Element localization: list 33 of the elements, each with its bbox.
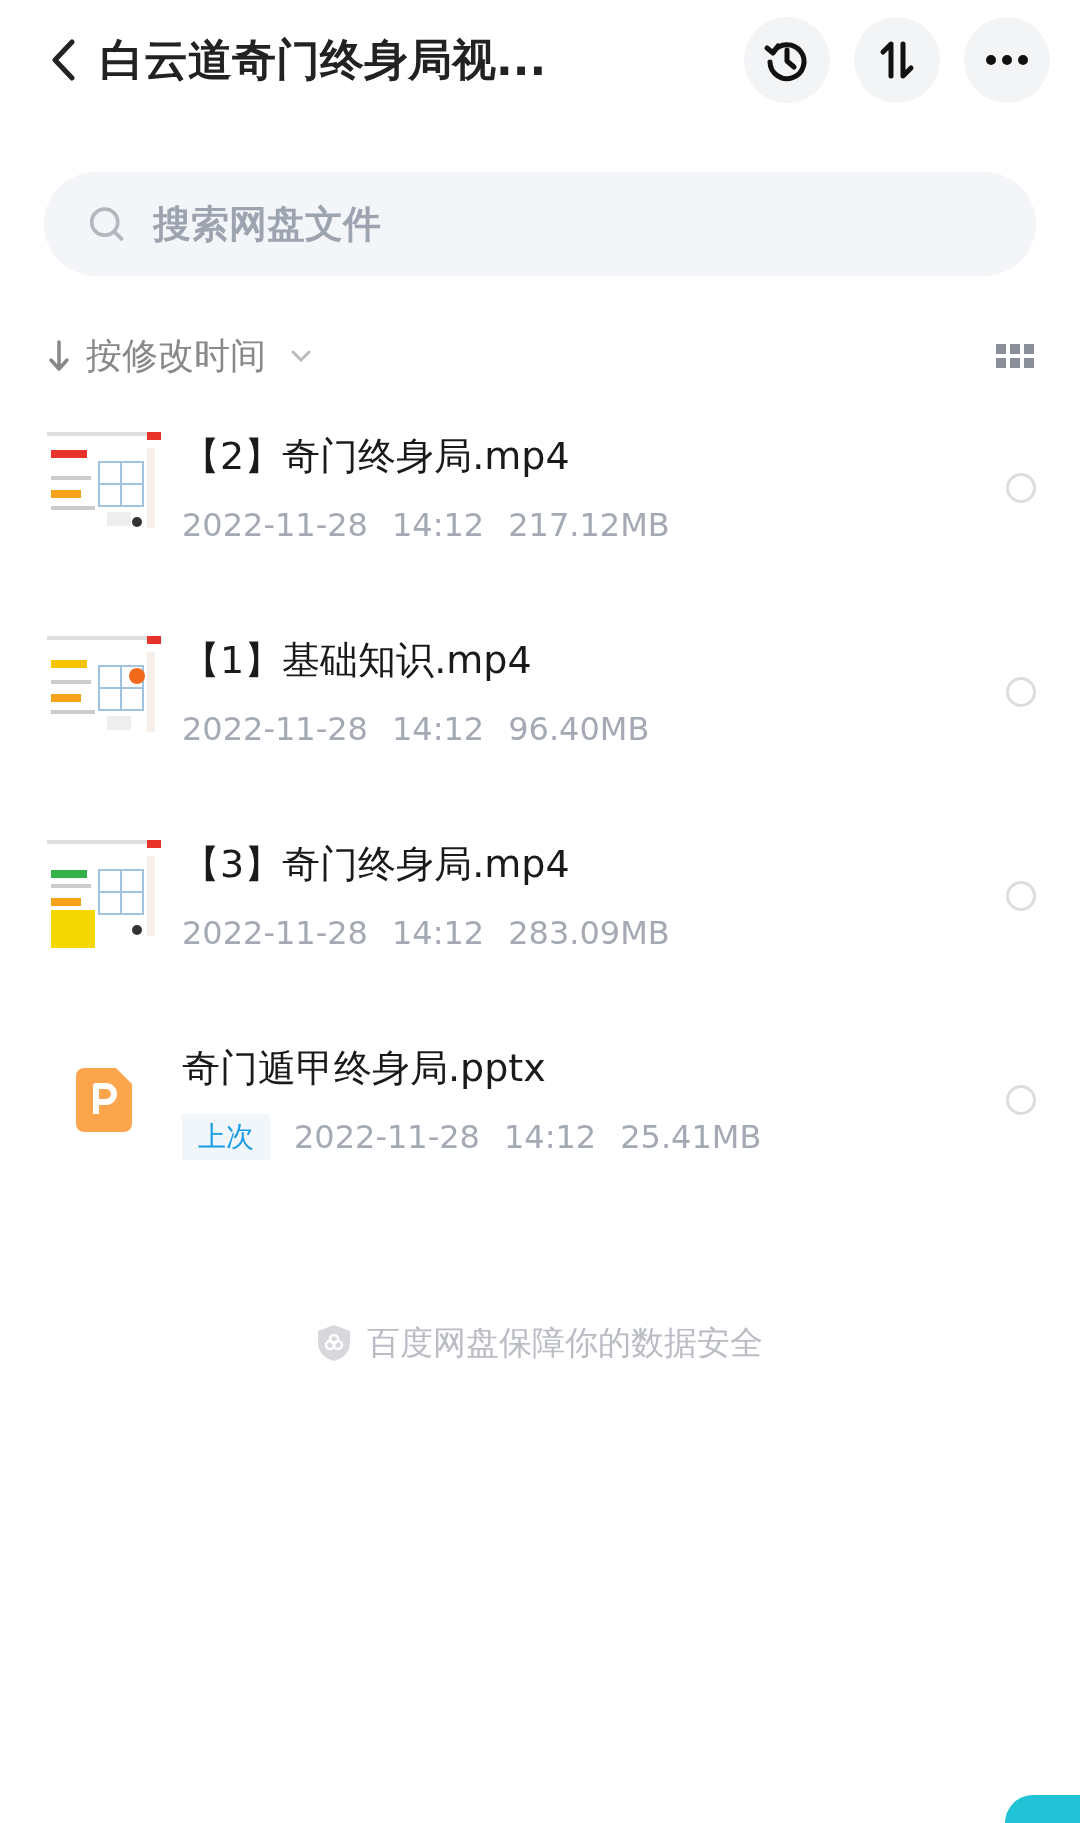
- back-icon[interactable]: [50, 39, 76, 81]
- select-radio[interactable]: [1006, 1085, 1036, 1115]
- file-time: 14:12: [391, 708, 485, 750]
- select-radio[interactable]: [1006, 881, 1036, 911]
- caret-icon[interactable]: [290, 349, 312, 363]
- floating-button[interactable]: [1005, 1795, 1080, 1823]
- file-name: 【3】奇门终身局.mp4: [182, 840, 571, 888]
- file-size: 217.12MB: [508, 504, 670, 546]
- file-time: 14:12: [391, 912, 485, 954]
- shield-icon: [317, 1323, 351, 1362]
- file-size: 96.40MB: [508, 708, 650, 750]
- search-icon: [88, 204, 126, 244]
- select-radio[interactable]: [1006, 473, 1036, 503]
- file-date: 2022-11-28: [182, 912, 368, 954]
- sort-label[interactable]: 按修改时间: [86, 329, 266, 383]
- recent-tag: 上次: [182, 1113, 270, 1160]
- presentation-file-icon: [76, 1068, 132, 1132]
- down-arrow-icon[interactable]: [48, 340, 70, 372]
- file-time: 14:12: [503, 1116, 597, 1158]
- file-time: 14:12: [391, 504, 485, 546]
- file-size: 25.41MB: [620, 1116, 762, 1158]
- file-name: 【2】奇门终身局.mp4: [182, 432, 571, 480]
- file-date: 2022-11-28: [182, 708, 368, 750]
- file-name: 奇门遁甲终身局.pptx: [182, 1044, 547, 1092]
- file-date: 2022-11-28: [182, 504, 368, 546]
- file-date: 2022-11-28: [294, 1116, 480, 1158]
- file-name: 【1】基础知识.mp4: [182, 636, 533, 684]
- file-size: 283.09MB: [508, 912, 670, 954]
- grid-view-icon[interactable]: [996, 344, 1034, 368]
- security-note: 百度网盘保障你的数据安全: [367, 1322, 763, 1364]
- folder-title: 白云道奇门终身局视...: [100, 33, 548, 87]
- more-icon: [985, 54, 1029, 66]
- select-radio[interactable]: [1006, 677, 1036, 707]
